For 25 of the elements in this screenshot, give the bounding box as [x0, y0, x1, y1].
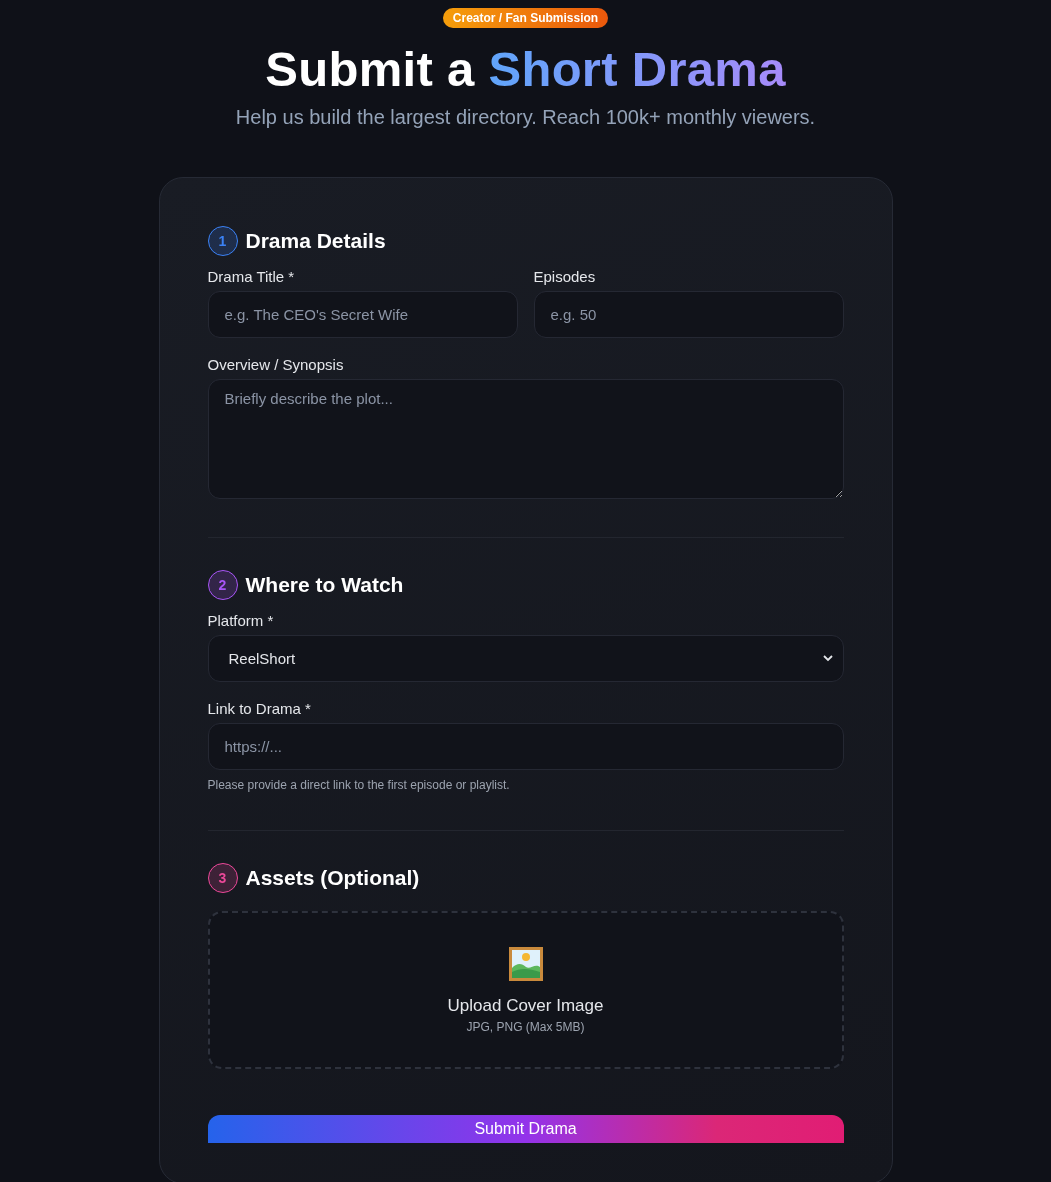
section-title: Where to Watch	[245, 573, 404, 597]
chevron-icon	[822, 655, 833, 662]
category-badge: Creator / Fan Submission	[442, 8, 609, 28]
upload-note: JPG, PNG (Max 5MB)	[466, 1020, 585, 1034]
page-subtitle: Help us build the largest directory. Reach 100k+ monthly viewers.	[235, 106, 816, 129]
field-label: Link to Drama *	[207, 700, 312, 717]
platform-select[interactable]: ReelShort	[207, 635, 844, 682]
text-field[interactable]: e.g. 50	[533, 291, 844, 338]
text-field[interactable]: https://...	[207, 723, 844, 770]
field-label: Episodes	[533, 268, 597, 285]
upload-dropzone[interactable]: Upload Cover Image JPG, PNG (Max 5MB)	[207, 911, 844, 1069]
field-hint: Please provide a direct link to the first episode or playlist.	[207, 778, 511, 792]
upload-title: Upload Cover Image	[447, 996, 604, 1016]
section-title: Drama Details	[245, 229, 386, 253]
step-number: 2	[207, 570, 238, 600]
submit-button[interactable]: Submit Drama	[207, 1115, 844, 1143]
section-title: Assets (Optional)	[245, 866, 420, 890]
image-icon	[507, 946, 544, 982]
step-number: 3	[207, 863, 238, 893]
text-field[interactable]: e.g. The CEO's Secret Wife	[207, 291, 518, 338]
field-label: Overview / Synopsis	[207, 356, 345, 373]
text-area[interactable]: Briefly describe the plot...	[207, 379, 844, 499]
step-number: 1	[207, 226, 238, 256]
field-label: Platform *	[207, 612, 275, 629]
field-label: Drama Title *	[207, 268, 296, 285]
